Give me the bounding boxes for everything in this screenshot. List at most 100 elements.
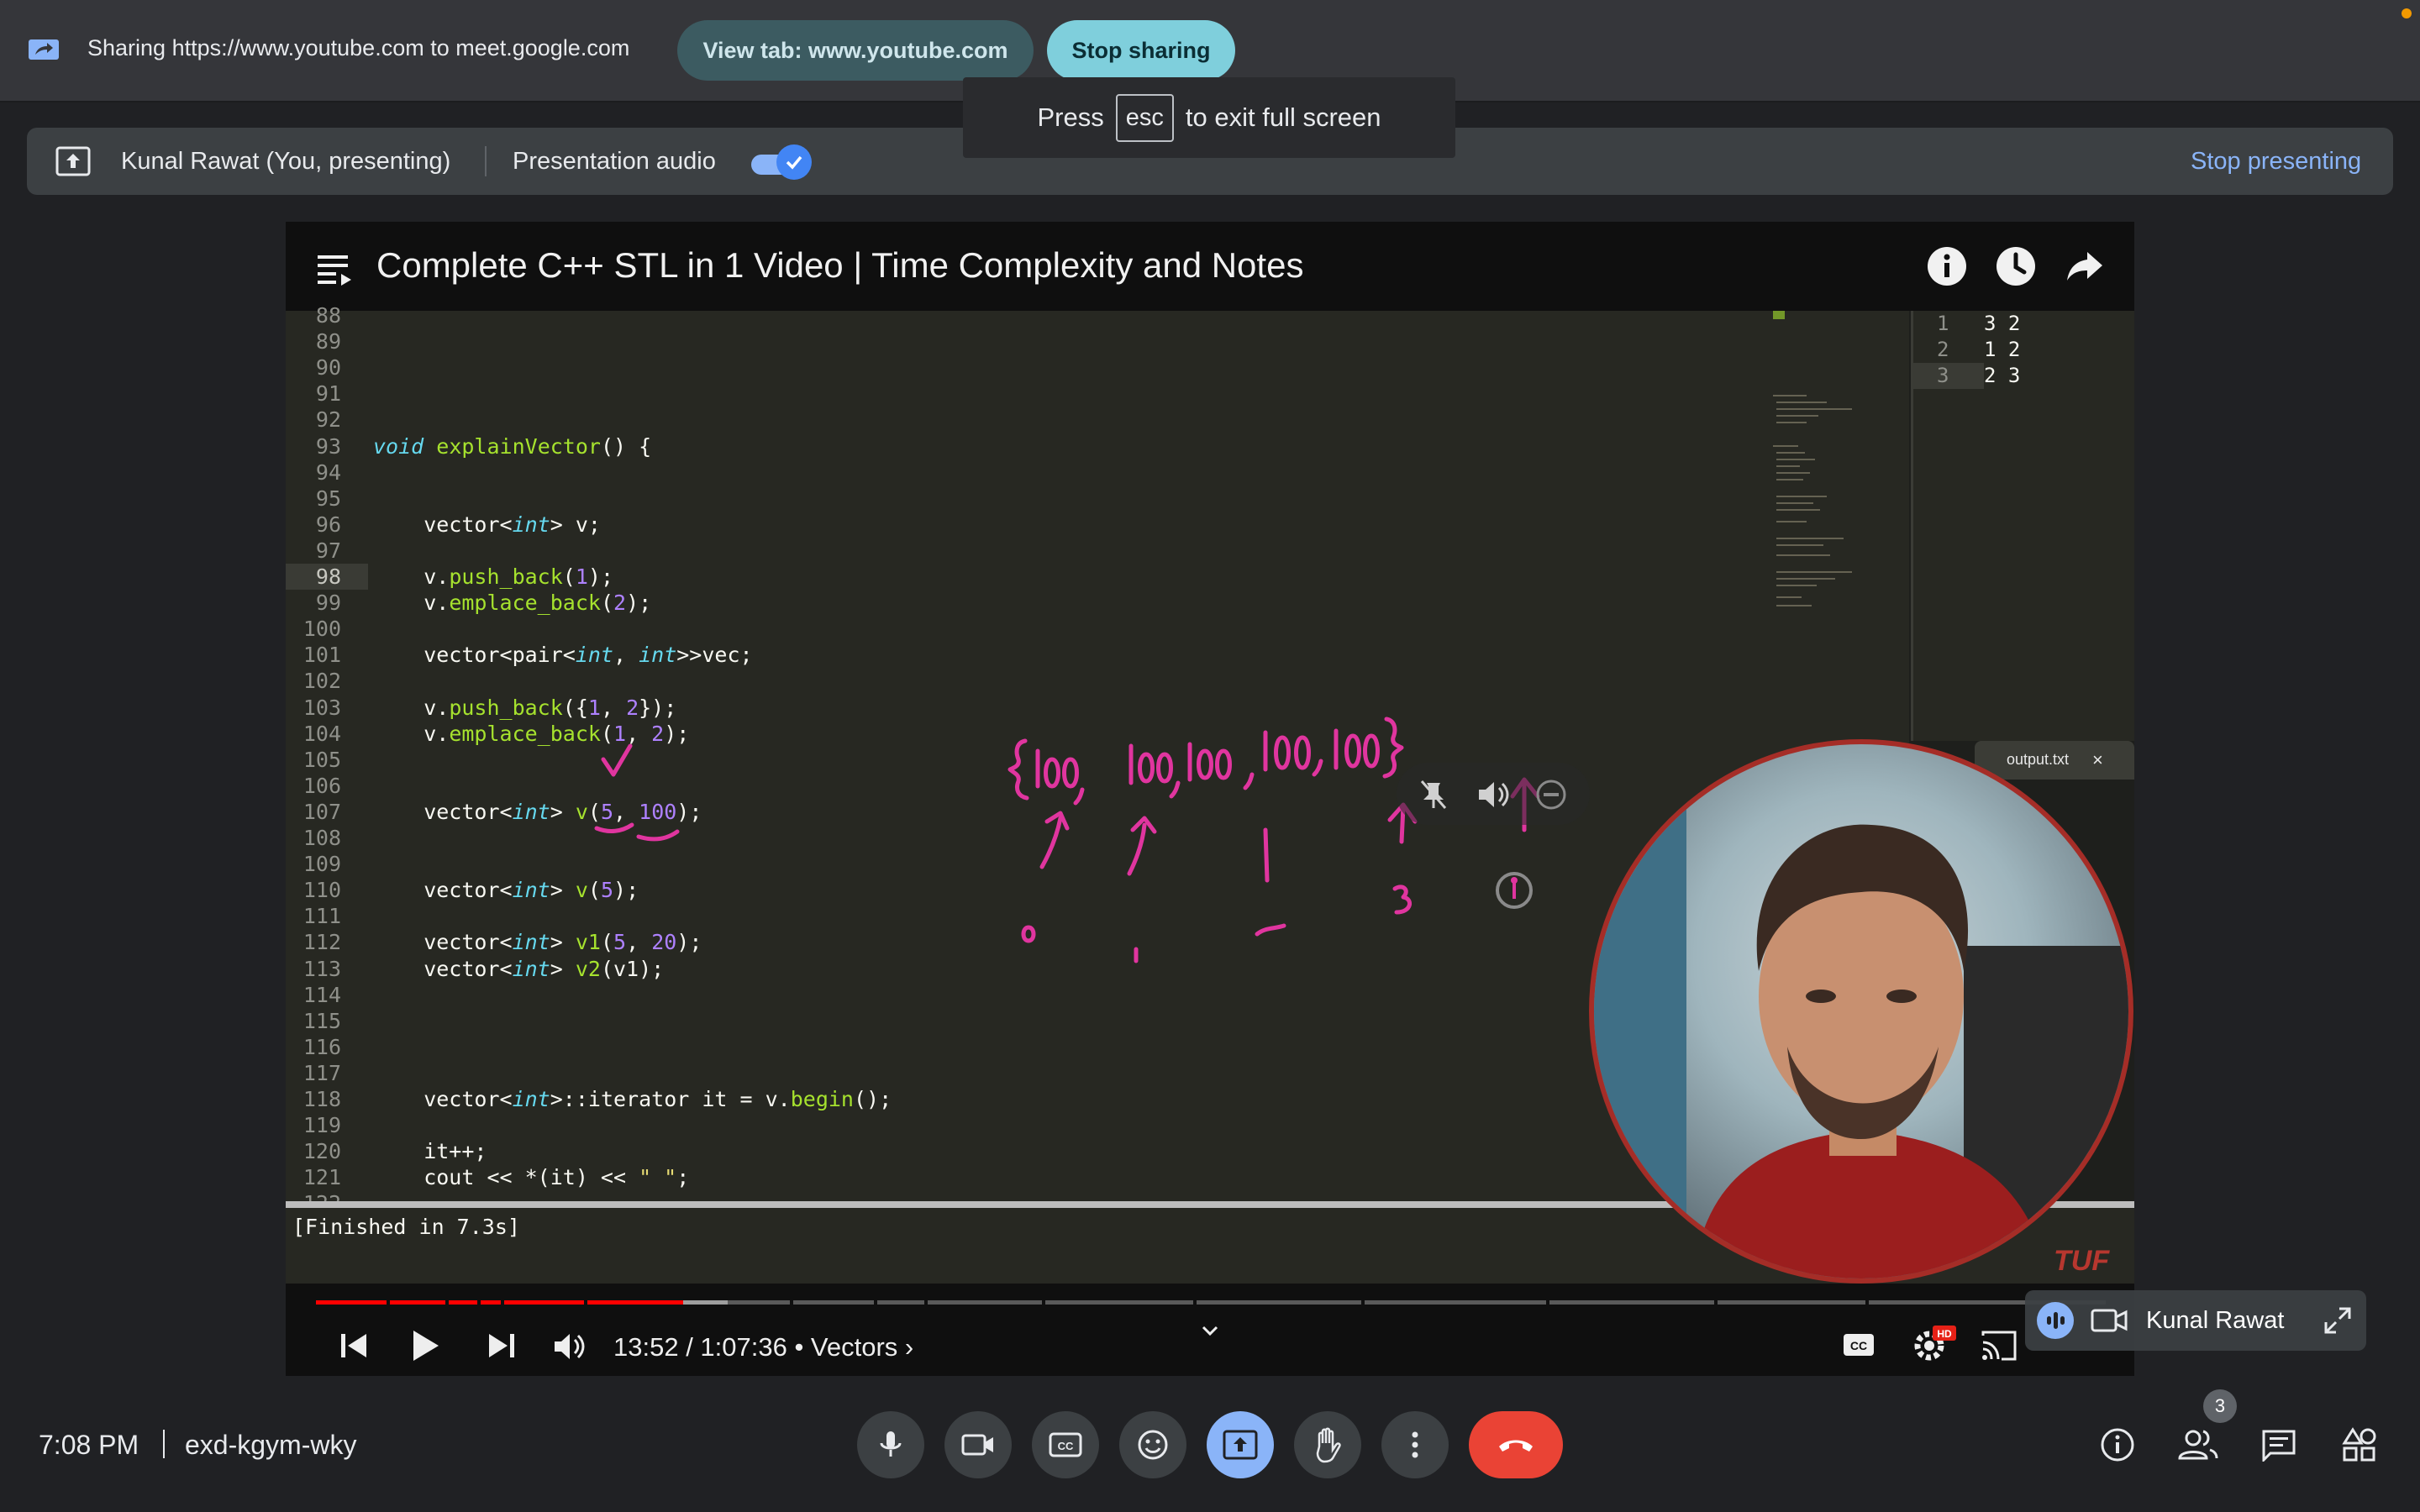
svg-text:CC: CC: [1850, 1339, 1867, 1352]
video-title-bar: Complete C++ STL in 1 Video | Time Compl…: [286, 222, 2134, 311]
line-number: 94: [315, 459, 341, 485]
output-tab[interactable]: output.txt ×: [1975, 741, 2134, 780]
code-line: 97: [286, 538, 1882, 564]
chevron-down-icon[interactable]: [1198, 1322, 1222, 1341]
line-number: 109: [302, 852, 341, 877]
code-line: 102: [286, 668, 1882, 694]
divider: [163, 1430, 165, 1458]
toggle-knob: [776, 144, 812, 180]
annotation-toolbar: [1397, 763, 1590, 825]
line-number: 97: [315, 538, 341, 563]
line-number: 105: [302, 747, 341, 772]
code-line: 90: [286, 354, 1882, 381]
line-number: 99: [315, 591, 341, 616]
presenter-camera-bubble: [1589, 739, 2133, 1284]
presentation-audio-label: Presentation audio: [513, 148, 716, 175]
chapter-gap: [1714, 1300, 1718, 1305]
leave-call-button[interactable]: [1469, 1411, 1563, 1478]
present-to-all-icon: [55, 146, 91, 176]
shared-video[interactable]: Complete C++ STL in 1 Video | Time Compl…: [286, 222, 2134, 1376]
unpin-icon[interactable]: [1417, 778, 1450, 811]
chapter-gap: [387, 1300, 390, 1305]
code-text: v.push_back({1, 2});: [373, 695, 677, 720]
time-display[interactable]: 13:52 / 1:07:36 • Vectors ›: [613, 1332, 913, 1362]
activities-button[interactable]: [2336, 1421, 2383, 1468]
camera-icon: [961, 1434, 993, 1456]
present-now-button[interactable]: [1207, 1411, 1274, 1478]
chapter-gap: [1193, 1300, 1197, 1305]
esc-key: esc: [1115, 93, 1174, 142]
code-text: it++;: [373, 1139, 487, 1164]
view-tab-button[interactable]: View tab: www.youtube.com: [677, 20, 1034, 81]
code-text: v.emplace_back(2);: [373, 591, 652, 616]
output-line-text: 3 2: [1984, 312, 2021, 335]
video-controls: 13:52 / 1:07:36 • Vectors › CC HD: [286, 1284, 2134, 1376]
playlist-icon[interactable]: [318, 254, 355, 286]
code-line: 101 vector<pair<int, int>>vec;: [286, 642, 1882, 668]
presenter-name: Kunal Rawat (You, presenting): [121, 148, 451, 175]
line-number: 117: [302, 1060, 341, 1085]
camera-icon[interactable]: [2091, 1307, 2128, 1334]
captions-icon[interactable]: CC: [1842, 1331, 1876, 1359]
remove-icon[interactable]: [1534, 778, 1568, 811]
code-line: 95: [286, 486, 1882, 512]
chapter-gap: [790, 1300, 793, 1305]
cast-icon[interactable]: [1980, 1331, 2018, 1361]
meeting-details-button[interactable]: [2094, 1421, 2141, 1468]
captions-button[interactable]: CC: [1032, 1411, 1099, 1478]
svg-text:HD: HD: [1937, 1328, 1952, 1340]
meeting-code: exd-kgym-wky: [185, 1430, 357, 1460]
next-icon[interactable]: [484, 1331, 518, 1361]
expand-icon[interactable]: [2323, 1305, 2353, 1336]
code-text: vector<pair<int, int>>vec;: [373, 643, 753, 668]
chat-icon: [2262, 1430, 2296, 1462]
sharing-status-text: Sharing https://www.youtube.com to meet.…: [87, 35, 630, 60]
line-number: 115: [302, 1008, 341, 1033]
line-number: 88: [315, 303, 341, 328]
line-number: 110: [302, 878, 341, 903]
people-button[interactable]: [2175, 1421, 2222, 1468]
line-number: 121: [302, 1165, 341, 1190]
share-arrow-icon[interactable]: [2064, 245, 2106, 287]
chapter-gap: [477, 1300, 481, 1305]
line-number: 104: [302, 721, 341, 746]
line-number: 98: [315, 564, 341, 589]
code-text: void explainVector() {: [373, 433, 652, 459]
info-icon[interactable]: [1926, 245, 1968, 287]
line-number: 92: [315, 407, 341, 433]
stop-presenting-button[interactable]: Stop presenting: [2191, 148, 2361, 176]
people-icon: [2178, 1430, 2218, 1460]
raise-hand-button[interactable]: [1294, 1411, 1361, 1478]
line-number: 91: [315, 381, 341, 407]
output-line-number: 1: [1937, 312, 1949, 335]
current-time: 7:08 PM: [39, 1430, 139, 1460]
chat-button[interactable]: [2255, 1421, 2302, 1468]
settings-icon[interactable]: HD: [1912, 1326, 1958, 1362]
close-tab-icon[interactable]: ×: [2092, 749, 2103, 771]
play-icon[interactable]: [408, 1327, 442, 1364]
camera-button[interactable]: [944, 1411, 1012, 1478]
volume-icon[interactable]: [551, 1331, 588, 1362]
stop-sharing-button[interactable]: Stop sharing: [1047, 20, 1235, 81]
line-number: 90: [315, 355, 341, 381]
chapter-gap: [924, 1300, 928, 1305]
volume-icon[interactable]: [1476, 778, 1511, 811]
microphone-icon: [880, 1431, 902, 1457]
activities-icon: [2342, 1427, 2376, 1462]
microphone-button[interactable]: [857, 1411, 924, 1478]
output-line-number: 2: [1937, 338, 1949, 361]
video-title[interactable]: Complete C++ STL in 1 Video | Time Compl…: [376, 245, 1303, 286]
code-line: 93 void explainVector() {: [286, 433, 1882, 459]
code-line: 103 v.push_back({1, 2});: [286, 695, 1882, 721]
chapter-gap: [501, 1300, 504, 1305]
more-options-button[interactable]: [1381, 1411, 1449, 1478]
previous-icon[interactable]: [338, 1331, 371, 1361]
output-line-text: 1 2: [1984, 338, 2021, 361]
presentation-audio-toggle[interactable]: [751, 144, 812, 180]
output-line: 1 3 2: [1913, 311, 2134, 337]
line-number: 108: [302, 826, 341, 850]
toast-text-before: Press: [1037, 102, 1104, 132]
clock-icon[interactable]: [1995, 245, 2037, 287]
reactions-button[interactable]: [1119, 1411, 1186, 1478]
code-text: vector<int>::iterator it = v.begin();: [373, 1087, 892, 1111]
